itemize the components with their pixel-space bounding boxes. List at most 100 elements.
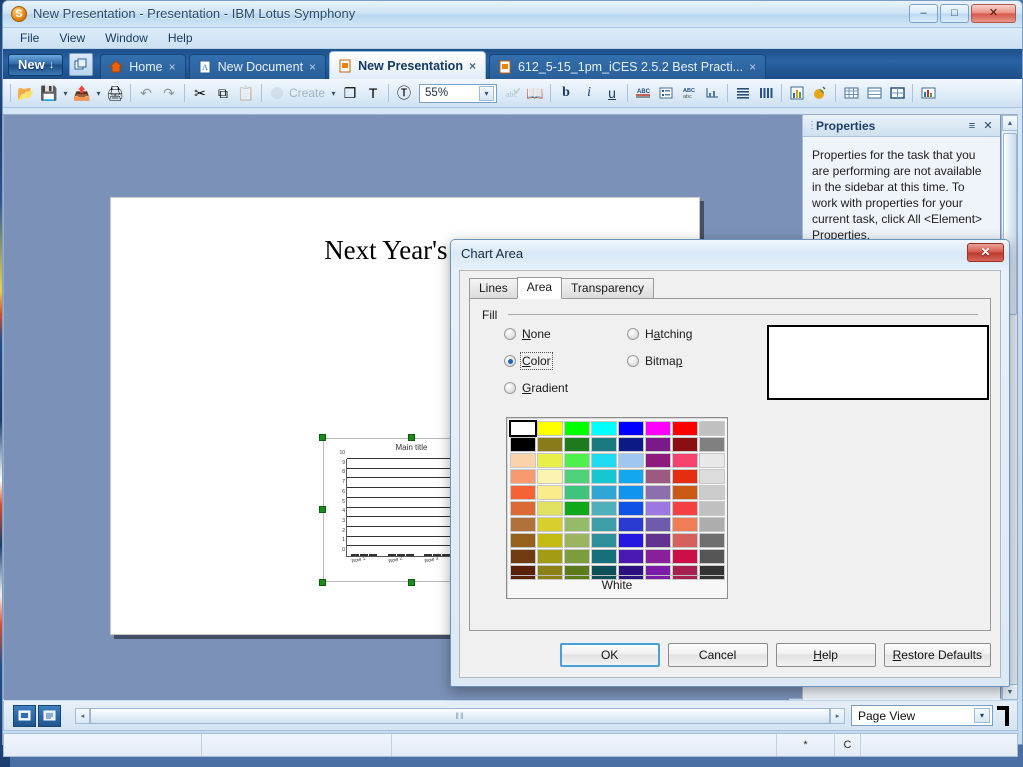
color-swatch-r0-c7[interactable] bbox=[699, 421, 725, 436]
save-icon[interactable]: 💾 bbox=[38, 82, 60, 104]
export-dropdown-caret-icon[interactable]: ▾ bbox=[94, 89, 103, 98]
chart-axis-icon[interactable] bbox=[701, 82, 723, 104]
color-swatch-r2-c7[interactable] bbox=[699, 453, 725, 468]
color-swatch-r8-c1[interactable] bbox=[537, 549, 563, 564]
menu-help[interactable]: Help bbox=[159, 29, 202, 47]
outline-view-icon[interactable] bbox=[38, 704, 61, 727]
bold-icon[interactable]: b bbox=[555, 82, 577, 104]
bullet-list-icon[interactable] bbox=[655, 82, 677, 104]
color-swatch-r0-c4[interactable] bbox=[618, 421, 644, 436]
page-view-combobox[interactable]: Page View ▾ bbox=[851, 705, 993, 726]
color-swatch-r6-c3[interactable] bbox=[591, 517, 617, 532]
redo-icon[interactable]: ↷ bbox=[158, 82, 180, 104]
color-swatch-r4-c6[interactable] bbox=[672, 485, 698, 500]
color-swatch-r5-c6[interactable] bbox=[672, 501, 698, 516]
color-swatch-r7-c6[interactable] bbox=[672, 533, 698, 548]
color-swatch-r7-c7[interactable] bbox=[699, 533, 725, 548]
save-dropdown-caret-icon[interactable]: ▾ bbox=[61, 89, 70, 98]
color-swatch-r5-c1[interactable] bbox=[537, 501, 563, 516]
tab-new-presentation-close-icon[interactable]: × bbox=[469, 59, 476, 73]
fill-option-bitmap[interactable]: Bitmap bbox=[627, 354, 682, 368]
paragraph-align-icon[interactable] bbox=[732, 82, 754, 104]
color-swatch-r4-c0[interactable] bbox=[510, 485, 536, 500]
abc-strikethrough-icon[interactable]: ABC bbox=[632, 82, 654, 104]
color-swatch-r0-c2[interactable] bbox=[564, 421, 590, 436]
table-borders-icon[interactable] bbox=[886, 82, 908, 104]
resize-handle-w[interactable] bbox=[319, 506, 326, 513]
color-swatch-r5-c3[interactable] bbox=[591, 501, 617, 516]
resize-handle-nw[interactable] bbox=[319, 434, 326, 441]
color-swatch-r2-c1[interactable] bbox=[537, 453, 563, 468]
resize-handle-s[interactable] bbox=[408, 579, 415, 586]
color-swatch-r7-c5[interactable] bbox=[645, 533, 671, 548]
color-swatch-r1-c5[interactable] bbox=[645, 437, 671, 452]
color-swatch-r8-c0[interactable] bbox=[510, 549, 536, 564]
radio-color-icon[interactable] bbox=[504, 355, 516, 367]
tab-area[interactable]: Area bbox=[516, 277, 563, 299]
sidebar-close-icon[interactable]: ✕ bbox=[980, 119, 996, 132]
color-swatch-r8-c3[interactable] bbox=[591, 549, 617, 564]
color-swatch-r4-c5[interactable] bbox=[645, 485, 671, 500]
color-swatch-r5-c4[interactable] bbox=[618, 501, 644, 516]
cut-icon[interactable]: ✂ bbox=[189, 82, 211, 104]
color-swatch-r2-c2[interactable] bbox=[564, 453, 590, 468]
zoom-dropdown-caret-icon[interactable]: ▾ bbox=[479, 85, 495, 101]
tab-ices-best-practices-close-icon[interactable]: × bbox=[749, 60, 756, 74]
color-swatch-r1-c3[interactable] bbox=[591, 437, 617, 452]
page-view-dropdown-caret-icon[interactable]: ▾ bbox=[974, 708, 990, 723]
text-icon[interactable]: T bbox=[362, 82, 384, 104]
resize-handle-sw[interactable] bbox=[319, 579, 326, 586]
chart-wizard-icon[interactable] bbox=[917, 82, 939, 104]
italic-icon[interactable]: i bbox=[578, 82, 600, 104]
normal-view-icon[interactable] bbox=[13, 704, 36, 727]
close-button[interactable]: ✕ bbox=[971, 4, 1016, 23]
color-swatch-r3-c7[interactable] bbox=[699, 469, 725, 484]
hscroll-grip-icon[interactable]: ‖‖ bbox=[455, 711, 464, 721]
help-button[interactable]: Help bbox=[775, 643, 876, 667]
open-icon[interactable]: 📂 bbox=[15, 82, 37, 104]
fill-option-hatching[interactable]: Hatching bbox=[627, 327, 692, 341]
tab-transparency[interactable]: Transparency bbox=[561, 278, 654, 298]
tab-new-document[interactable]: A New Document × bbox=[188, 54, 327, 79]
maximize-button[interactable]: □ bbox=[940, 4, 969, 23]
color-picker-icon[interactable] bbox=[809, 82, 831, 104]
menu-window[interactable]: Window bbox=[96, 29, 157, 47]
color-swatch-r6-c1[interactable] bbox=[537, 517, 563, 532]
color-swatch-r7-c4[interactable] bbox=[618, 533, 644, 548]
fill-option-gradient[interactable]: Gradient bbox=[504, 381, 568, 395]
cancel-button[interactable]: Cancel bbox=[667, 643, 768, 667]
hscroll-right-button[interactable]: ▸ bbox=[830, 707, 845, 724]
resize-handle-n[interactable] bbox=[408, 434, 415, 441]
color-swatch-r4-c4[interactable] bbox=[618, 485, 644, 500]
color-swatch-r2-c0[interactable] bbox=[510, 453, 536, 468]
fill-option-none[interactable]: None bbox=[504, 327, 551, 341]
color-swatch-r3-c1[interactable] bbox=[537, 469, 563, 484]
color-swatch-r0-c1[interactable] bbox=[537, 421, 563, 436]
color-palette-grid[interactable] bbox=[509, 420, 725, 580]
menu-file[interactable]: File bbox=[11, 29, 48, 47]
radio-hatching-icon[interactable] bbox=[627, 328, 639, 340]
color-swatch-r0-c5[interactable] bbox=[645, 421, 671, 436]
color-swatch-r4-c2[interactable] bbox=[564, 485, 590, 500]
color-swatch-r3-c2[interactable] bbox=[564, 469, 590, 484]
tab-home[interactable]: Home × bbox=[100, 54, 186, 79]
color-swatch-r8-c2[interactable] bbox=[564, 549, 590, 564]
copy-icon[interactable]: ⧉ bbox=[212, 82, 234, 104]
color-swatch-r1-c0[interactable] bbox=[510, 437, 536, 452]
color-swatch-r0-c0[interactable] bbox=[509, 420, 537, 437]
color-swatch-r0-c3[interactable] bbox=[591, 421, 617, 436]
color-swatch-r1-c4[interactable] bbox=[618, 437, 644, 452]
color-swatch-r3-c6[interactable] bbox=[672, 469, 698, 484]
table-rows-icon[interactable] bbox=[863, 82, 885, 104]
radio-none-icon[interactable] bbox=[504, 328, 516, 340]
color-swatch-r3-c3[interactable] bbox=[591, 469, 617, 484]
textbox-icon[interactable]: Ⓣ bbox=[393, 82, 415, 104]
menu-view[interactable]: View bbox=[50, 29, 94, 47]
tab-home-close-icon[interactable]: × bbox=[169, 60, 176, 74]
color-swatch-r6-c4[interactable] bbox=[618, 517, 644, 532]
new-dropdown-caret-icon[interactable]: ↓ bbox=[49, 55, 55, 75]
window-switcher-icon[interactable] bbox=[69, 53, 94, 76]
export-icon[interactable]: 📤 bbox=[71, 82, 93, 104]
paste-icon[interactable]: 📋 bbox=[235, 82, 257, 104]
fill-option-color[interactable]: Color bbox=[504, 352, 553, 370]
